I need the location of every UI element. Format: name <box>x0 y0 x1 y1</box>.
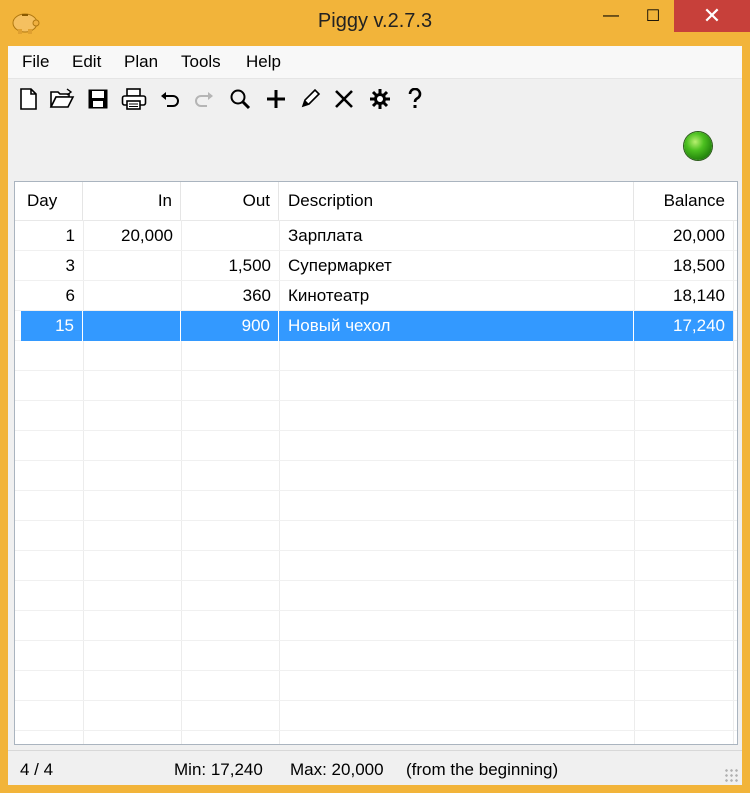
cell-description: Зарплата <box>288 226 363 245</box>
range-note: (from the beginning) <box>406 760 559 779</box>
menu-edit[interactable]: Edit <box>72 52 101 72</box>
new-file-icon[interactable] <box>14 86 42 112</box>
open-folder-icon[interactable] <box>48 86 76 112</box>
close-button[interactable]: ✕ <box>674 0 750 32</box>
cell-in <box>83 311 181 341</box>
menu-bar: File Edit Plan Tools Help <box>8 46 742 79</box>
cell-description: Новый чехол <box>279 311 634 341</box>
table-header: Day In Out Description Balance <box>15 182 737 221</box>
column-header-in[interactable]: In <box>83 182 181 220</box>
settings-gear-icon[interactable] <box>366 86 394 112</box>
app-window: Piggy v.2.7.3 — ☐ ✕ File Edit Plan Tools… <box>0 0 750 793</box>
menu-help[interactable]: Help <box>246 52 281 72</box>
toolbar <box>8 80 742 116</box>
table-row[interactable]: 3 1,500 Супермаркет 18,500 <box>15 251 733 281</box>
minimize-button[interactable]: — <box>590 0 632 32</box>
cell-in <box>83 251 181 281</box>
column-header-balance[interactable]: Balance <box>634 182 733 220</box>
cell-day: 1 <box>65 226 75 245</box>
cell-out: 900 <box>181 311 279 341</box>
cell-day: 15 <box>21 311 83 341</box>
cell-out: 360 <box>242 286 271 305</box>
cell-out: 1,500 <box>228 256 271 275</box>
cell-in <box>83 281 181 311</box>
add-icon[interactable] <box>262 86 290 112</box>
column-header-out[interactable]: Out <box>181 182 279 220</box>
column-header-description[interactable]: Description <box>279 182 634 220</box>
status-bar: 4 / 4 Min: 17,240 Max: 20,000 (from the … <box>8 750 742 786</box>
transactions-table[interactable]: Day In Out Description Balance 1 20,000 … <box>14 181 738 745</box>
print-icon[interactable] <box>120 86 148 112</box>
maximize-button[interactable]: ☐ <box>632 0 674 32</box>
menu-tools[interactable]: Tools <box>181 52 221 72</box>
column-header-day[interactable]: Day <box>15 182 83 220</box>
edit-pencil-icon[interactable] <box>296 86 324 112</box>
cell-balance: 18,140 <box>673 286 725 305</box>
cell-description: Супермаркет <box>288 256 392 275</box>
cell-out <box>181 221 279 251</box>
undo-icon[interactable] <box>156 86 184 112</box>
title-bar[interactable]: Piggy v.2.7.3 — ☐ ✕ <box>0 0 750 46</box>
cell-balance: 18,500 <box>673 256 725 275</box>
search-icon[interactable] <box>226 86 254 112</box>
cell-in: 20,000 <box>121 226 173 245</box>
min-balance: Min: 17,240 <box>174 760 263 779</box>
resize-grip-icon[interactable] <box>724 768 738 782</box>
table-row[interactable]: 6 360 Кинотеатр 18,140 <box>15 281 733 311</box>
client-area: File Edit Plan Tools Help Day In Out Des… <box>8 46 742 785</box>
delete-icon[interactable] <box>330 86 358 112</box>
max-balance: Max: 20,000 <box>290 760 384 779</box>
menu-plan[interactable]: Plan <box>124 52 158 72</box>
cell-balance: 20,000 <box>673 226 725 245</box>
status-led-indicator <box>684 132 712 160</box>
cell-balance: 17,240 <box>673 316 725 335</box>
cell-description: Кинотеатр <box>288 286 370 305</box>
record-count: 4 / 4 <box>20 760 54 779</box>
cell-day: 6 <box>65 286 75 305</box>
table-row[interactable]: 1 20,000 Зарплата 20,000 <box>15 221 733 251</box>
help-icon[interactable] <box>401 86 429 112</box>
menu-file[interactable]: File <box>22 52 49 72</box>
redo-icon <box>190 86 218 112</box>
cell-day: 3 <box>65 256 75 275</box>
table-row-selected[interactable]: 15 900 Новый чехол 17,240 <box>21 311 733 341</box>
save-icon[interactable] <box>84 86 112 112</box>
